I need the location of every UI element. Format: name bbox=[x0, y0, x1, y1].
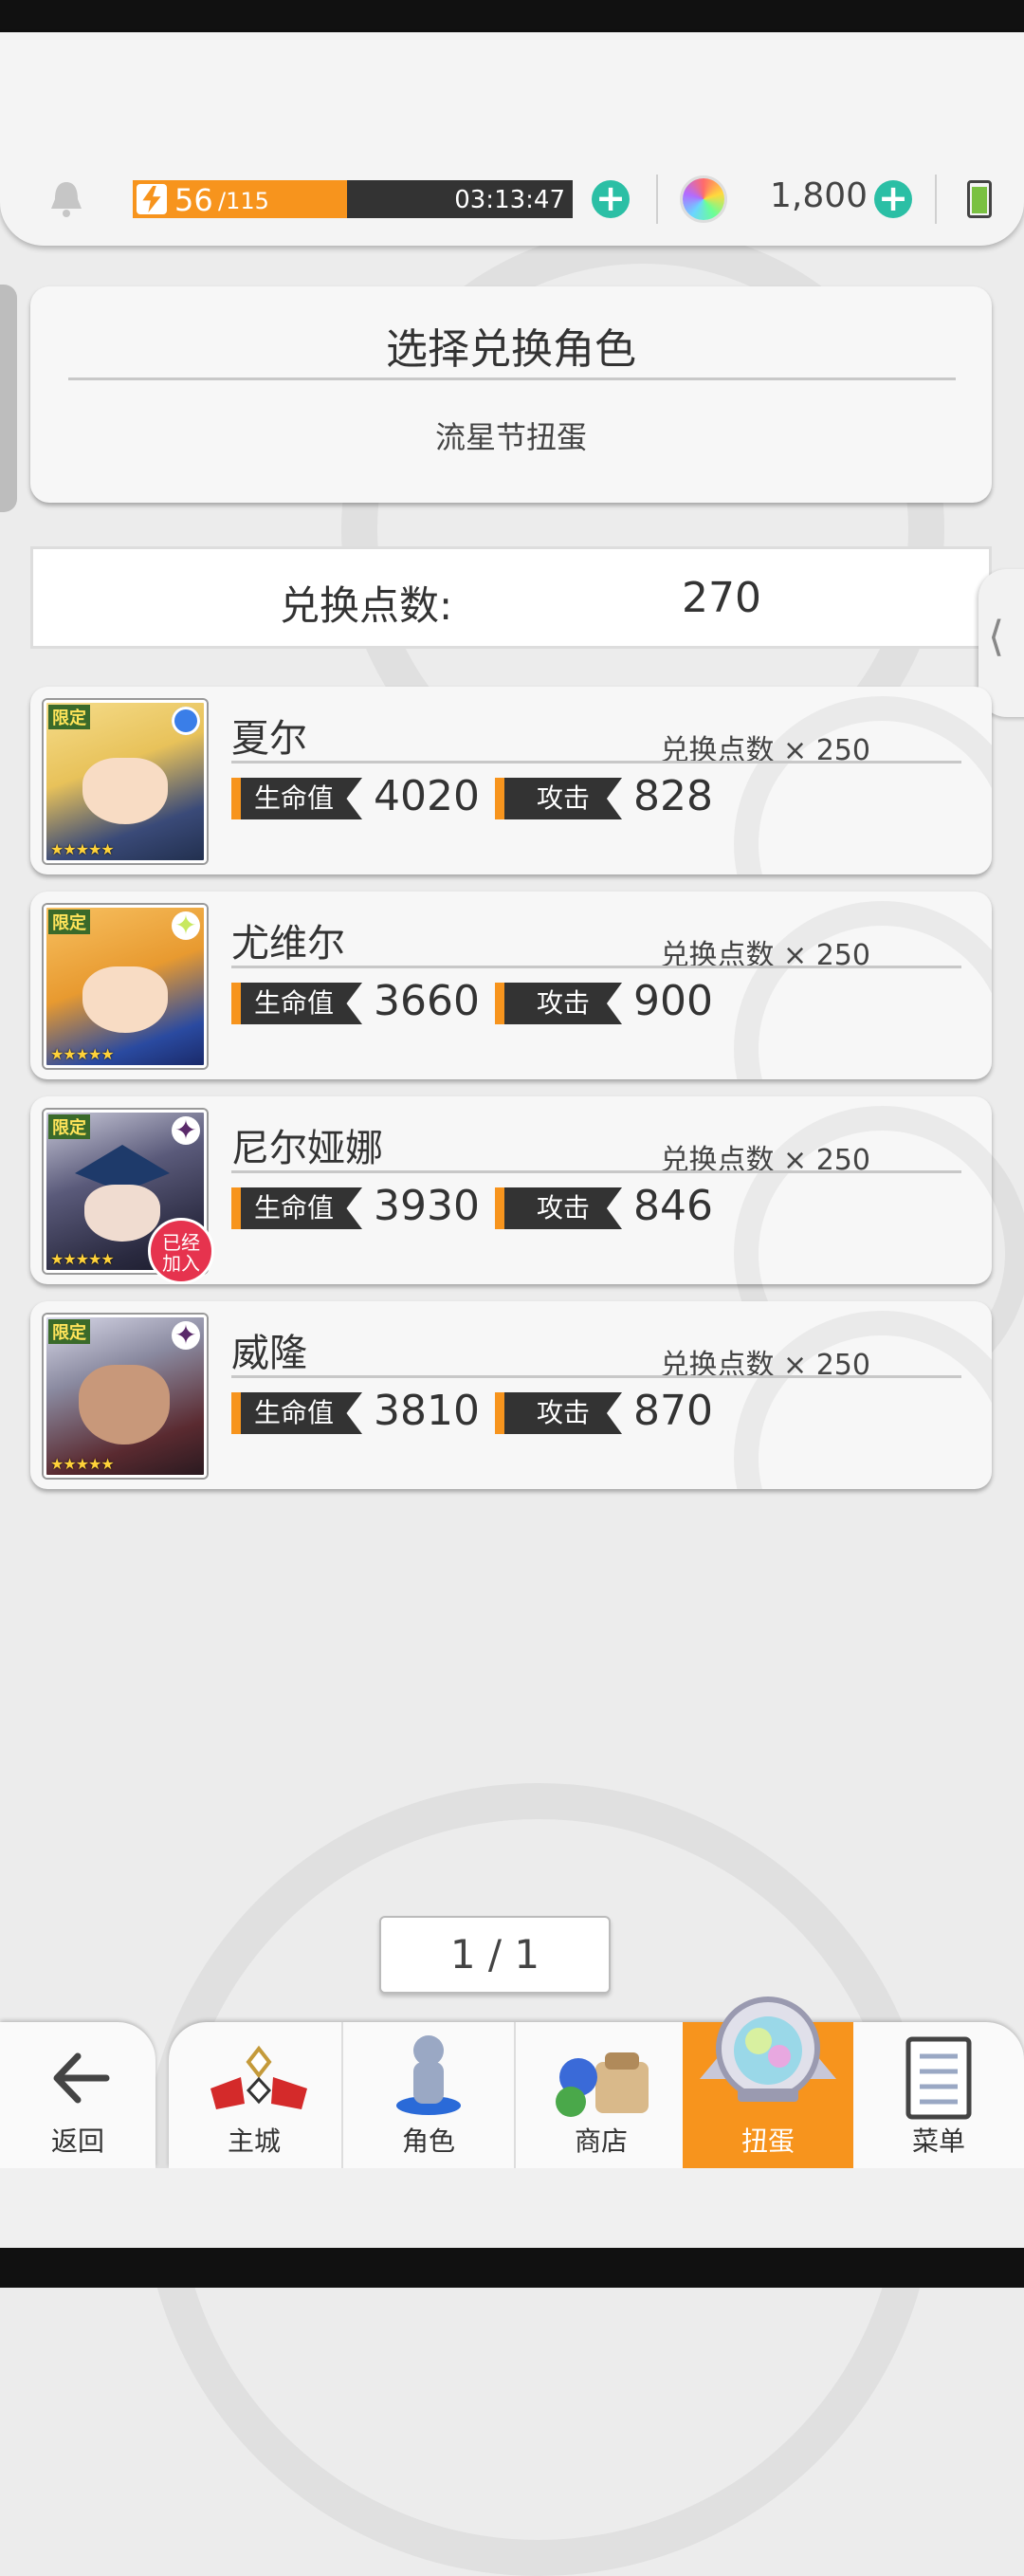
limited-badge: 限定 bbox=[48, 1114, 90, 1139]
character-portrait: 限定 ✦ ★★★★★ bbox=[44, 905, 207, 1068]
nav-label: 角色 bbox=[401, 2125, 455, 2157]
character-card[interactable]: 限定 ★★★★★ 夏尔 兑换点数 × 250 生命值 4020 攻击 828 bbox=[30, 687, 992, 874]
nav-item-menu[interactable]: 菜单 bbox=[853, 2022, 1024, 2168]
gem-icon bbox=[683, 178, 724, 220]
character-name: 尼尔娅娜 bbox=[231, 1127, 383, 1170]
nav-label: 商店 bbox=[574, 2125, 628, 2157]
character-card[interactable]: 限定 ✦ ★★★★★ 已经加入 尼尔娅娜 兑换点数 × 250 生命值 3930… bbox=[30, 1096, 1024, 1402]
card-decoration bbox=[734, 1311, 992, 1489]
character-name: 夏尔 bbox=[231, 717, 307, 761]
rarity-stars: ★★★★★ bbox=[50, 840, 115, 858]
gacha-orb-icon bbox=[700, 1996, 836, 2102]
arrow-left-icon bbox=[53, 2052, 110, 2104]
stamina-max: /115 bbox=[218, 188, 269, 214]
top-resource-bar: 56 /115 03:13:47 + 1,800 + bbox=[0, 32, 1024, 246]
divider bbox=[68, 377, 956, 380]
nav-item-gacha[interactable]: 扭蛋 bbox=[683, 1996, 853, 2168]
character-name: 尤维尔 bbox=[231, 922, 345, 966]
back-button[interactable]: 返回 bbox=[0, 2022, 155, 2168]
character-card[interactable]: 限定 ✦ ★★★★★ 威隆 兑换点数 × 250 生命值 3810 攻击 870 bbox=[30, 1301, 992, 1489]
chevron-left-icon: ⟨ bbox=[988, 613, 1005, 661]
divider bbox=[231, 1170, 961, 1173]
hp-label: 生命值 bbox=[231, 1187, 363, 1229]
nav-label: 扭蛋 bbox=[741, 2125, 795, 2157]
nav-label: 主城 bbox=[227, 2125, 281, 2157]
page-indicator: 1 / 1 bbox=[379, 1916, 611, 1994]
system-nav-bar bbox=[0, 2248, 1024, 2288]
atk-value: 900 bbox=[633, 977, 713, 1025]
card-decoration bbox=[734, 901, 992, 1079]
hp-label: 生命值 bbox=[231, 778, 363, 819]
limited-badge: 限定 bbox=[48, 910, 90, 934]
character-figure-icon bbox=[396, 2035, 461, 2115]
hp-value: 4020 bbox=[374, 772, 480, 820]
divider bbox=[935, 175, 937, 224]
joined-badge: 已经加入 bbox=[148, 1218, 214, 1284]
atk-label: 攻击 bbox=[495, 1187, 623, 1229]
exchange-points-box: 兑换点数: 270 bbox=[30, 546, 992, 649]
shop-icon bbox=[556, 2052, 649, 2117]
gem-count: 1,800 bbox=[770, 176, 869, 215]
rarity-stars: ★★★★★ bbox=[50, 1250, 115, 1268]
dark-element-icon: ✦ bbox=[172, 1321, 200, 1350]
atk-value: 846 bbox=[633, 1182, 713, 1230]
card-decoration bbox=[734, 696, 992, 874]
back-label: 返回 bbox=[50, 2125, 104, 2157]
bottom-spacer bbox=[0, 2168, 1024, 2248]
joined-badge-label: 已经加入 bbox=[162, 1231, 200, 1275]
rarity-stars: ★★★★★ bbox=[50, 1045, 115, 1063]
stamina-bar: 56 /115 03:13:47 bbox=[133, 180, 573, 218]
hp-value: 3660 bbox=[374, 977, 480, 1025]
water-element-icon bbox=[172, 707, 200, 735]
divider bbox=[231, 761, 961, 764]
hp-label: 生命值 bbox=[231, 983, 363, 1024]
bottom-nav: 主城 角色 商店 扭蛋 菜单 bbox=[169, 1996, 1024, 2168]
add-stamina-button[interactable]: + bbox=[592, 180, 630, 218]
rarity-stars: ★★★★★ bbox=[50, 1455, 115, 1473]
light-element-icon: ✦ bbox=[172, 911, 200, 940]
nav-item-characters[interactable]: 角色 bbox=[343, 2022, 514, 2168]
bell-icon[interactable] bbox=[47, 178, 85, 218]
atk-value: 870 bbox=[633, 1387, 713, 1435]
page-title: 选择兑换角色 bbox=[386, 325, 636, 374]
character-card[interactable]: 限定 ✦ ★★★★★ 尤维尔 兑换点数 × 250 生命值 3660 攻击 90… bbox=[30, 892, 992, 1079]
castle-icon bbox=[210, 2045, 307, 2109]
divider bbox=[231, 1375, 961, 1378]
atk-value: 828 bbox=[633, 772, 713, 820]
atk-label: 攻击 bbox=[495, 983, 623, 1024]
add-gems-button[interactable]: + bbox=[874, 180, 912, 218]
limited-badge: 限定 bbox=[48, 705, 90, 729]
lightning-icon bbox=[137, 184, 167, 214]
character-portrait: 限定 ✦ ★★★★★ bbox=[44, 1315, 207, 1478]
hp-value: 3930 bbox=[374, 1182, 480, 1230]
page-subtitle: 流星节扭蛋 bbox=[434, 419, 587, 455]
limited-badge: 限定 bbox=[48, 1319, 90, 1344]
menu-list-icon bbox=[905, 2036, 972, 2120]
character-portrait: 限定 ★★★★★ bbox=[44, 700, 207, 863]
atk-label: 攻击 bbox=[495, 1392, 623, 1434]
hp-value: 3810 bbox=[374, 1387, 480, 1435]
status-bar bbox=[0, 0, 1024, 32]
divider bbox=[656, 175, 658, 224]
left-edge-handle bbox=[0, 285, 17, 512]
header-card: 选择兑换角色 流星节扭蛋 bbox=[30, 286, 992, 503]
nav-item-main-city[interactable]: 主城 bbox=[169, 2022, 339, 2168]
exchange-points-value: 270 bbox=[682, 574, 761, 622]
nav-label: 菜单 bbox=[911, 2125, 965, 2157]
divider bbox=[231, 966, 961, 968]
nav-item-shop[interactable]: 商店 bbox=[516, 2022, 686, 2168]
atk-label: 攻击 bbox=[495, 778, 623, 819]
character-name: 威隆 bbox=[231, 1332, 307, 1375]
exchange-points-label: 兑换点数: bbox=[280, 582, 453, 629]
stamina-current: 56 bbox=[174, 182, 213, 218]
battery-icon bbox=[967, 180, 992, 218]
stamina-timer: 03:13:47 bbox=[454, 186, 565, 214]
hp-label: 生命值 bbox=[231, 1392, 363, 1434]
dark-element-icon: ✦ bbox=[172, 1116, 200, 1145]
